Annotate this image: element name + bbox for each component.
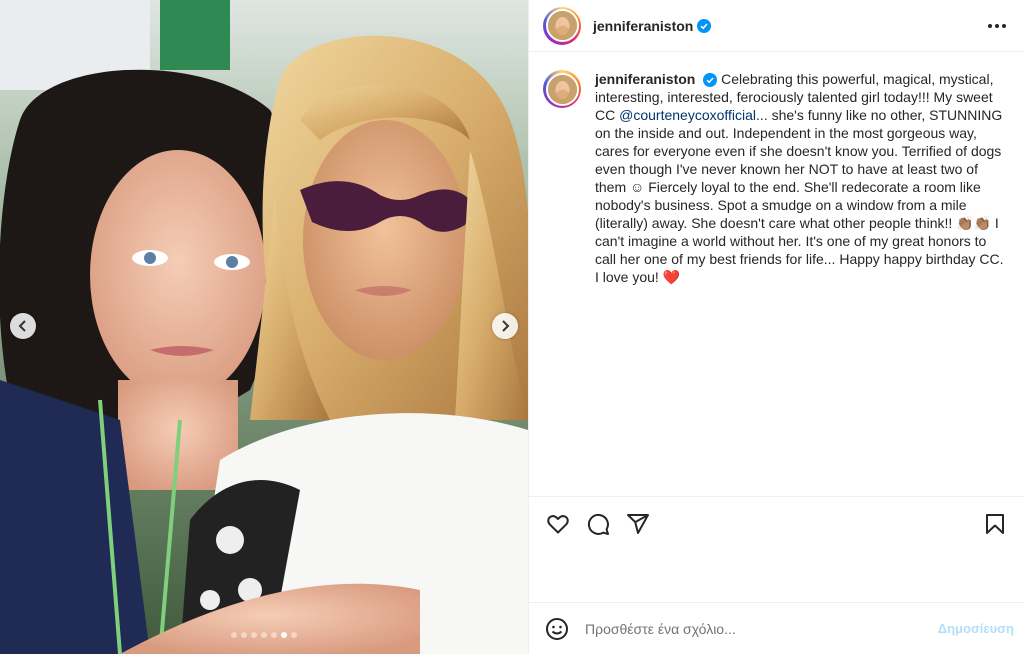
smiley-icon (546, 617, 568, 640)
likes-area (529, 550, 1024, 602)
add-comment-bar: Δημοσίευση (529, 602, 1024, 654)
carousel-dot (271, 632, 277, 638)
caption-text-part2: ... she's funny like no other, STUNNING … (595, 107, 1004, 285)
caption-mention-link[interactable]: @courteneycoxofficial (619, 107, 756, 123)
red-heart-icon: ❤️ (662, 269, 681, 285)
post-header: jenniferaniston (529, 0, 1024, 52)
action-bar (529, 496, 1024, 550)
bookmark-icon (986, 513, 1004, 534)
comments-section: jenniferaniston Celebrating this powerfu… (529, 52, 1024, 496)
carousel-dot (281, 632, 287, 638)
story-ring[interactable] (543, 6, 581, 45)
caption-username[interactable]: jenniferaniston (595, 71, 695, 87)
caption-avatar (545, 72, 579, 106)
comment-button[interactable] (583, 509, 613, 539)
more-options-button[interactable] (984, 20, 1010, 32)
caption-row: jenniferaniston Celebrating this powerfu… (543, 70, 1010, 286)
more-dots-icon (988, 23, 992, 28)
post-caption: jenniferaniston Celebrating this powerfu… (595, 70, 1005, 286)
carousel-dot (261, 632, 267, 638)
previous-slide-button[interactable] (10, 313, 36, 339)
post-comment-button[interactable]: Δημοσίευση (938, 621, 1014, 636)
verified-badge-icon (703, 73, 718, 88)
post-photo (0, 0, 528, 654)
carousel-dot (291, 632, 297, 638)
comment-input[interactable] (583, 619, 938, 638)
instagram-post: jenniferaniston jenniferaniston Celebrat… (0, 0, 1024, 654)
emoji-button[interactable] (543, 615, 571, 643)
carousel-dot (241, 632, 247, 638)
caption-story-ring[interactable] (543, 70, 581, 108)
like-button[interactable] (543, 509, 573, 539)
carousel-indicator (0, 632, 528, 638)
heart-outline-icon (547, 514, 569, 533)
header-username[interactable]: jenniferaniston (593, 18, 693, 34)
comment-bubble-icon (587, 513, 609, 535)
save-button[interactable] (980, 509, 1010, 539)
carousel-dot (251, 632, 257, 638)
chevron-left-icon (18, 320, 26, 332)
next-slide-button[interactable] (492, 313, 518, 339)
verified-badge-icon (697, 18, 712, 33)
post-media (0, 0, 528, 654)
paper-plane-icon (627, 513, 649, 534)
chevron-right-icon (502, 320, 510, 332)
share-button[interactable] (623, 509, 653, 539)
carousel-dot (231, 632, 237, 638)
post-info-panel: jenniferaniston jenniferaniston Celebrat… (528, 0, 1024, 654)
avatar (545, 9, 579, 42)
